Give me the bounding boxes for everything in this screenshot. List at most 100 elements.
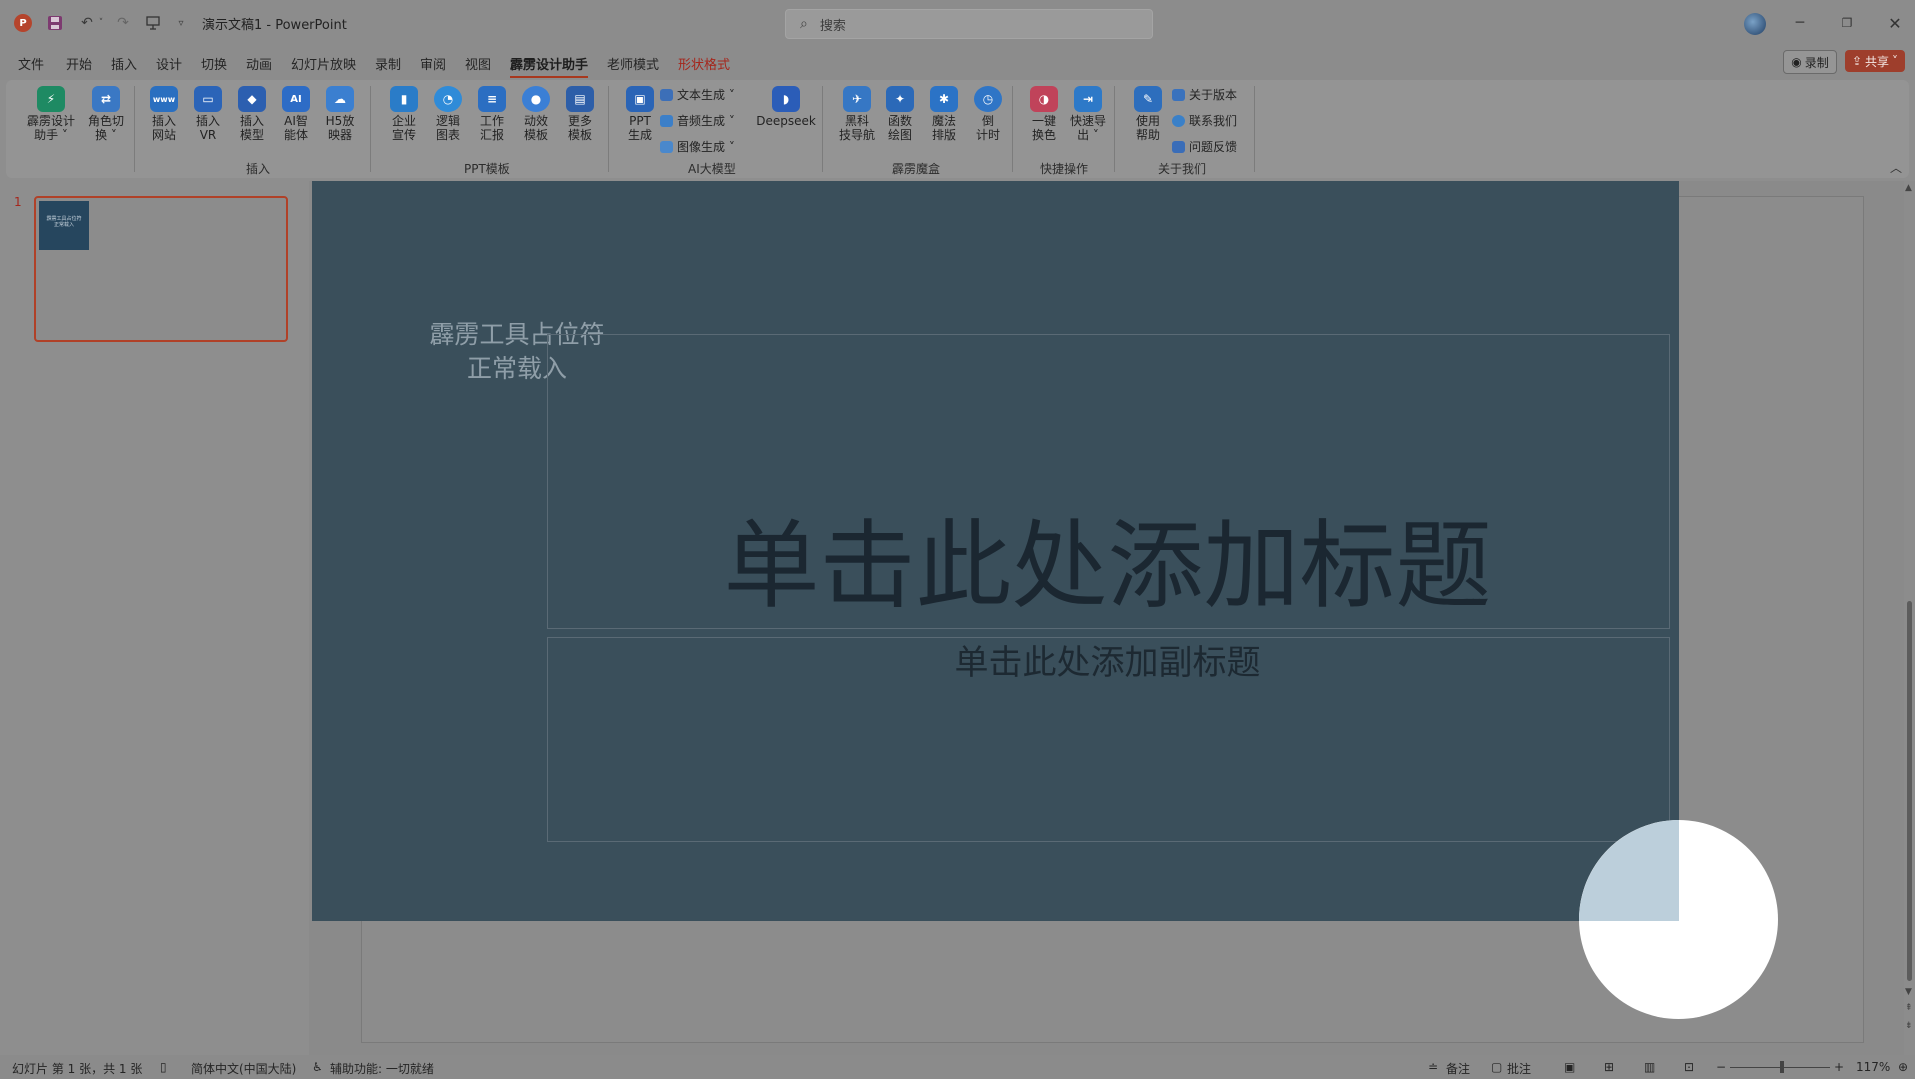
tab-record[interactable]: 录制 <box>375 54 401 73</box>
collapse-ribbon-icon[interactable]: ︿ <box>1890 159 1902 176</box>
role-switch-button[interactable]: ⇄ 角色切 换 ˅ <box>84 86 128 142</box>
search-input[interactable]: ⌕ 搜索 <box>785 9 1153 39</box>
tab-home[interactable]: 开始 <box>66 54 92 73</box>
contact-us-button[interactable]: 联系我们 <box>1172 112 1237 129</box>
share-button[interactable]: ⇪ 共享 ˅ <box>1845 50 1905 72</box>
tab-animations[interactable]: 动画 <box>246 54 272 73</box>
slide-sorter-icon[interactable]: ⊞ <box>1604 1060 1614 1074</box>
normal-view-icon[interactable]: ▣ <box>1564 1060 1575 1074</box>
reading-view-icon[interactable]: ▥ <box>1644 1060 1655 1074</box>
one-click-recolor-button[interactable]: ◑ 一键 换色 <box>1022 86 1066 142</box>
slide-count[interactable]: 幻灯片 第 1 张，共 1 张 <box>12 1060 142 1077</box>
button-label: 魔法 排版 <box>931 114 956 142</box>
animation-template-button[interactable]: ● 动效 模板 <box>514 86 558 142</box>
animation-icon: ● <box>522 86 550 112</box>
more-templates-button[interactable]: ▤ 更多 模板 <box>558 86 602 142</box>
fit-slide-icon[interactable]: ⊕ <box>1898 1060 1908 1074</box>
function-icon: ✦ <box>886 86 914 112</box>
magic-layout-button[interactable]: ✱ 魔法 排版 <box>922 86 966 142</box>
enterprise-icon: ▮ <box>390 86 418 112</box>
text-generate-button[interactable]: 文本生成 ˅ <box>660 86 735 103</box>
slide-subtitle[interactable]: 单击此处添加副标题 <box>547 640 1668 686</box>
avatar[interactable] <box>1744 13 1766 35</box>
restore-icon[interactable]: ❐ <box>1832 12 1862 34</box>
countdown-button[interactable]: ◷ 倒 计时 <box>966 86 1010 142</box>
slide-thumbnail[interactable]: 霹雳工具占位符 正常载入 <box>34 196 288 342</box>
button-label: Deepseek <box>756 114 816 128</box>
zoom-level[interactable]: 117% <box>1856 1060 1890 1074</box>
deepseek-button[interactable]: ◗ Deepseek <box>750 86 822 128</box>
feedback-icon <box>1172 140 1185 153</box>
slideshow-view-icon[interactable]: ⊡ <box>1684 1060 1694 1074</box>
undo-dropdown-icon[interactable]: ˅ <box>96 11 106 35</box>
nav-icon: ✈ <box>843 86 871 112</box>
contact-icon <box>1172 114 1185 127</box>
thumbnail-text: 霹雳工具占位符 正常载入 <box>46 216 82 228</box>
scroll-up-icon[interactable]: ▲ <box>1905 183 1912 193</box>
record-dot-icon: ◉ <box>1791 55 1802 69</box>
tab-transitions[interactable]: 切换 <box>201 54 227 73</box>
insert-vr-button[interactable]: ▭ 插入 VR <box>186 86 230 142</box>
customize-icon[interactable]: ▿ <box>174 11 188 35</box>
slide-title[interactable]: 单击此处添加标题 <box>547 507 1668 625</box>
zoom-slider-handle[interactable] <box>1780 1061 1784 1073</box>
spellcheck-icon[interactable]: ▯ <box>160 1060 167 1074</box>
more-templates-icon: ▤ <box>566 86 594 112</box>
next-slide-icon[interactable]: ⇟ <box>1905 1021 1913 1031</box>
previous-slide-icon[interactable]: ⇞ <box>1905 1003 1913 1013</box>
audio-generate-button[interactable]: 音频生成 ˅ <box>660 112 735 129</box>
tab-review[interactable]: 审阅 <box>420 54 446 73</box>
scrollbar-thumb[interactable] <box>1907 601 1912 981</box>
button-label: 插入 模型 <box>239 114 264 142</box>
scroll-down-icon[interactable]: ▼ <box>1905 987 1912 997</box>
vertical-scrollbar[interactable]: ▲ ▼ ⇞ ⇟ <box>1904 181 1915 1055</box>
language-indicator[interactable]: 简体中文(中国大陆) <box>191 1060 296 1077</box>
button-label: 逻辑 图表 <box>435 114 460 142</box>
comments-button[interactable]: 批注 <box>1507 1060 1531 1077</box>
image-generate-button[interactable]: 图像生成 ˅ <box>660 138 735 155</box>
button-label: 更多 模板 <box>567 114 592 142</box>
insert-model-button[interactable]: ◆ 插入 模型 <box>230 86 274 142</box>
timer-icon: ◷ <box>974 86 1002 112</box>
tab-view[interactable]: 视图 <box>465 54 491 73</box>
quick-export-button[interactable]: ⇥ 快速导 出 ˅ <box>1066 86 1110 142</box>
zoom-out-icon[interactable]: − <box>1716 1060 1726 1074</box>
feedback-button[interactable]: 问题反馈 <box>1172 138 1237 155</box>
save-icon[interactable] <box>44 11 66 35</box>
tab-insert[interactable]: 插入 <box>111 54 137 73</box>
tab-teacher-mode[interactable]: 老师模式 <box>607 54 659 73</box>
tech-nav-button[interactable]: ✈ 黑科 技导航 <box>832 86 882 142</box>
about-version-button[interactable]: 关于版本 <box>1172 86 1237 103</box>
accessibility-status[interactable]: 辅助功能: 一切就绪 <box>330 1060 434 1077</box>
logic-chart-button[interactable]: ◔ 逻辑 图表 <box>426 86 470 142</box>
role-switch-icon: ⇄ <box>92 86 120 112</box>
button-label: 音频生成 ˅ <box>677 114 735 128</box>
zoom-in-icon[interactable]: + <box>1834 1060 1844 1074</box>
tab-pili-design-assistant[interactable]: 霹雳设计助手 <box>510 54 589 78</box>
enterprise-promo-button[interactable]: ▮ 企业 宣传 <box>382 86 426 142</box>
help-button[interactable]: ✎ 使用 帮助 <box>1126 86 1170 142</box>
ppt-generate-button[interactable]: ▣ PPT 生成 <box>618 86 662 142</box>
chevron-down-icon: ˅ <box>1892 54 1899 68</box>
tab-design[interactable]: 设计 <box>156 54 182 73</box>
h5-player-button[interactable]: ☁ H5放 映器 <box>318 86 362 142</box>
present-icon[interactable] <box>142 11 164 35</box>
cloud-icon: ☁ <box>326 86 354 112</box>
pili-design-assistant-button[interactable]: ⚡ 霹雳设计 助手 ˅ <box>20 86 82 142</box>
button-label: 企业 宣传 <box>391 114 416 142</box>
ai-agent-button[interactable]: AI AI智 能体 <box>274 86 318 142</box>
tab-shape-format[interactable]: 形状格式 <box>678 54 730 73</box>
group-label-magic-box: 霹雳魔盒 <box>892 162 941 176</box>
function-draw-button[interactable]: ✦ 函数 绘图 <box>878 86 922 142</box>
redo-icon[interactable]: ↷ <box>112 11 134 35</box>
record-button[interactable]: ◉ 录制 <box>1783 50 1837 74</box>
ribbon: ⚡ 霹雳设计 助手 ˅ ⇄ 角色切 换 ˅ www 插入 网站 ▭ 插入 VR … <box>6 80 1909 178</box>
undo-icon[interactable]: ↶ <box>76 11 98 35</box>
work-report-button[interactable]: ≡ 工作 汇报 <box>470 86 514 142</box>
close-icon[interactable]: ✕ <box>1880 12 1910 34</box>
notes-button[interactable]: 备注 <box>1446 1060 1470 1077</box>
tab-file[interactable]: 文件 <box>18 54 44 73</box>
insert-website-button[interactable]: www 插入 网站 <box>142 86 186 142</box>
minimize-icon[interactable]: ─ <box>1785 12 1815 34</box>
tab-slideshow[interactable]: 幻灯片放映 <box>291 54 356 73</box>
